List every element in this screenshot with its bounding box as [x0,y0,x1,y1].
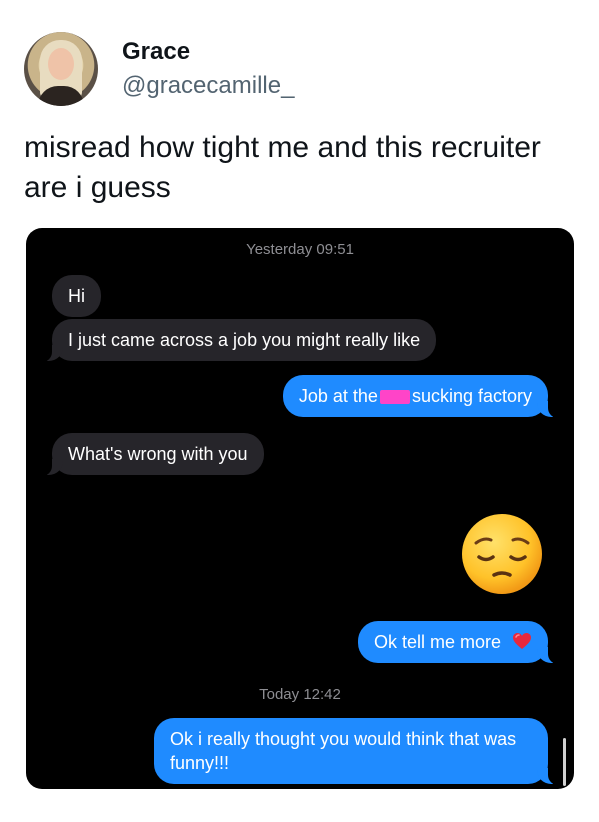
red-heart-icon [513,633,531,649]
display-name[interactable]: Grace [122,38,190,66]
timestamp-today: Today 12:42 [259,686,341,703]
tweet-text: misread how tight me and this recruiter … [24,131,541,204]
outgoing-message: Ok i really thought you would think that… [154,718,560,785]
outgoing-message: Job at the sucking factory [282,375,561,418]
message-text-part: Job at the [298,386,378,406]
incoming-message: Hi [52,275,101,317]
incoming-message: What's wrong with you [40,433,264,476]
message-text: Ok i really thought you would think that… [170,729,517,773]
user-handle[interactable]: @gracecamille_ [122,72,294,100]
message-text-part: sucking factory [411,386,532,406]
message-text: Ok tell me more [373,632,501,652]
censor-mark [379,390,410,405]
avatar[interactable] [24,32,98,106]
timestamp-yesterday: Yesterday 09:51 [246,241,354,258]
scrollbar[interactable] [563,738,566,786]
message-text: What's wrong with you [68,444,248,464]
incoming-message: I just came across a job you might reall… [39,319,437,362]
message-text: Hi [68,286,85,306]
avatar-face [48,48,74,80]
pensive-face-icon [462,514,542,594]
outgoing-message: Ok tell me more [357,621,561,664]
message-text: I just came across a job you might reall… [68,330,421,350]
screenshot-chat[interactable]: Yesterday 09:51 Hi I just came across a … [26,228,574,789]
